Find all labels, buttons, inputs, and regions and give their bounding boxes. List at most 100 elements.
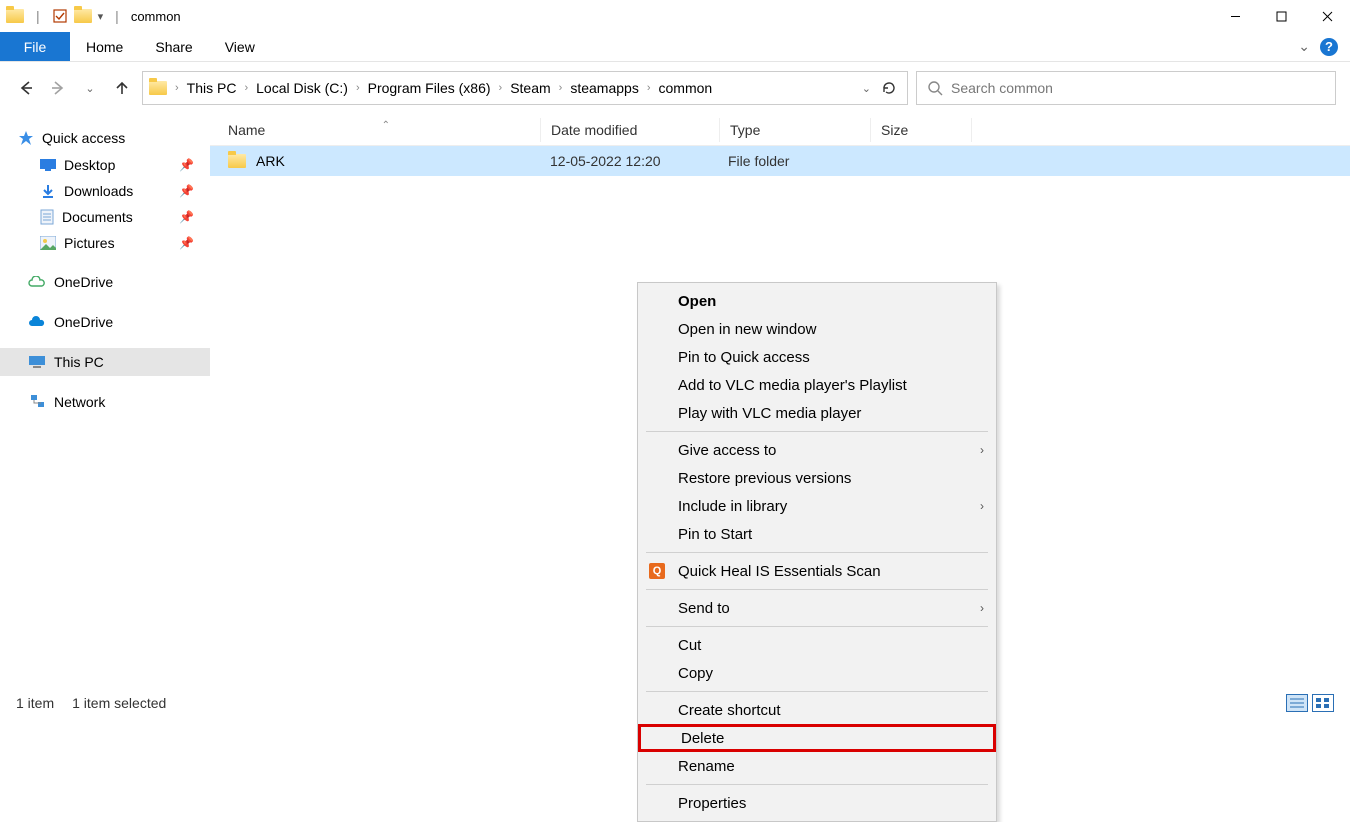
sidebar-item-label: OneDrive [54,314,113,330]
recent-locations-button[interactable]: ⌄ [78,76,102,100]
file-tab[interactable]: File [0,32,70,61]
context-menu-label: Restore previous versions [678,470,851,487]
column-name[interactable]: Name⌃ [210,122,540,138]
chevron-right-icon[interactable]: › [497,82,505,94]
properties-qat-icon[interactable] [52,8,68,24]
context-menu-label: Open [678,293,716,310]
context-menu: Open Open in new window Pin to Quick acces… [637,282,997,822]
cell-type: File folder [718,153,868,169]
context-menu-item[interactable]: Pin to Quick access [638,343,996,371]
pin-icon: 📌 [179,210,194,224]
context-menu-label: Properties [678,795,746,812]
context-menu-separator [646,626,988,627]
context-menu-item[interactable]: Restore previous versions [638,464,996,492]
context-menu-label: Open in new window [678,321,816,338]
quick-access-toolbar: | ▾ | [6,8,125,24]
context-menu-label: Quick Heal IS Essentials Scan [678,563,881,580]
sidebar-item-downloads[interactable]: Downloads 📌 [0,178,210,204]
context-menu-item[interactable]: Copy [638,659,996,687]
address-dropdown-icon[interactable]: ⌄ [862,82,871,95]
column-date[interactable]: Date modified [541,122,719,138]
file-list: Name⌃ Date modified Type Size ARK 12-05-… [210,114,1350,700]
thumbnails-view-icon[interactable] [1312,694,1334,712]
refresh-icon[interactable] [881,80,897,96]
maximize-button[interactable] [1258,0,1304,32]
breadcrumb-item[interactable]: This PC [181,78,243,98]
address-bar[interactable]: › This PC › Local Disk (C:) › Program Fi… [142,71,908,105]
tab-share[interactable]: Share [139,32,208,61]
breadcrumb-item[interactable]: common [653,78,719,98]
quick-access-header[interactable]: Quick access [0,124,210,152]
breadcrumb-item[interactable]: Local Disk (C:) [250,78,354,98]
sidebar-item-label: This PC [54,354,104,370]
chevron-right-icon[interactable]: › [173,82,181,94]
context-menu-label: Give access to [678,442,776,459]
ribbon-collapse-icon[interactable]: ⌄ [1298,38,1310,55]
context-menu-item[interactable]: Open [638,287,996,315]
minimize-button[interactable] [1212,0,1258,32]
qat-separator: | [115,8,119,24]
forward-button[interactable] [46,76,70,100]
column-headers: Name⌃ Date modified Type Size [210,114,1350,146]
sidebar-item-pictures[interactable]: Pictures 📌 [0,230,210,256]
sidebar-root-onedrive[interactable]: OneDrive [0,268,210,296]
breadcrumb-item[interactable]: steamapps [564,78,644,98]
sidebar-root-this-pc[interactable]: This PC [0,348,210,376]
close-button[interactable] [1304,0,1350,32]
sidebar-item-label: Downloads [64,183,133,199]
sidebar-root-onedrive-blue[interactable]: OneDrive [0,308,210,336]
status-selected: 1 item selected [72,695,166,711]
context-menu-label: Pin to Quick access [678,349,810,366]
context-menu-item[interactable]: Give access to › [638,436,996,464]
column-type[interactable]: Type [720,122,870,138]
quick-access-label: Quick access [42,130,125,146]
tab-home[interactable]: Home [70,32,139,61]
file-name: ARK [256,153,285,169]
chevron-right-icon[interactable]: › [645,82,653,94]
sidebar-root-network[interactable]: Network [0,388,210,416]
breadcrumb-item[interactable]: Steam [504,78,556,98]
search-box[interactable]: Search common [916,71,1336,105]
tab-view[interactable]: View [209,32,271,61]
context-menu-item[interactable]: Cut [638,631,996,659]
context-menu-item[interactable]: Properties [638,789,996,817]
breadcrumb-item[interactable]: Program Files (x86) [362,78,497,98]
column-size[interactable]: Size [871,122,971,138]
chevron-right-icon: › [980,443,984,457]
table-row[interactable]: ARK 12-05-2022 12:20 File folder [210,146,1350,176]
context-menu-item[interactable]: Delete [638,724,996,752]
sidebar-item-documents[interactable]: Documents 📌 [0,204,210,230]
context-menu-item[interactable]: Q Quick Heal IS Essentials Scan [638,557,996,585]
pc-icon [28,355,46,369]
context-menu-item[interactable]: Play with VLC media player [638,399,996,427]
status-bar: 1 item 1 item selected [0,690,1350,716]
ribbon: File Home Share View ⌄ ? [0,32,1350,62]
chevron-right-icon[interactable]: › [557,82,565,94]
sidebar-item-label: Network [54,394,105,410]
sidebar-item-desktop[interactable]: Desktop 📌 [0,152,210,178]
back-button[interactable] [14,76,38,100]
cloud-icon [28,316,46,328]
chevron-right-icon[interactable]: › [242,82,250,94]
cell-name: ARK [210,153,540,169]
help-icon[interactable]: ? [1320,38,1338,56]
main-area: Quick access Desktop 📌 Downloads 📌 Docum… [0,114,1350,700]
details-view-icon[interactable] [1286,694,1308,712]
context-menu-item[interactable]: Add to VLC media player's Playlist [638,371,996,399]
context-menu-label: Copy [678,665,713,682]
download-icon [40,183,56,199]
qat-dropdown-icon[interactable]: ▾ [98,10,104,23]
folder-icon[interactable] [74,9,92,23]
context-menu-item[interactable]: Rename [638,752,996,780]
quickheal-icon: Q [648,562,666,580]
context-menu-label: Send to [678,600,730,617]
context-menu-item[interactable]: Include in library› [638,492,996,520]
context-menu-item[interactable]: Open in new window [638,315,996,343]
up-button[interactable] [110,76,134,100]
picture-icon [40,236,56,250]
star-icon [18,130,34,146]
context-menu-item[interactable]: Pin to Start [638,520,996,548]
context-menu-item[interactable]: Send to› [638,594,996,622]
window-title: common [131,9,181,24]
chevron-right-icon[interactable]: › [354,82,362,94]
